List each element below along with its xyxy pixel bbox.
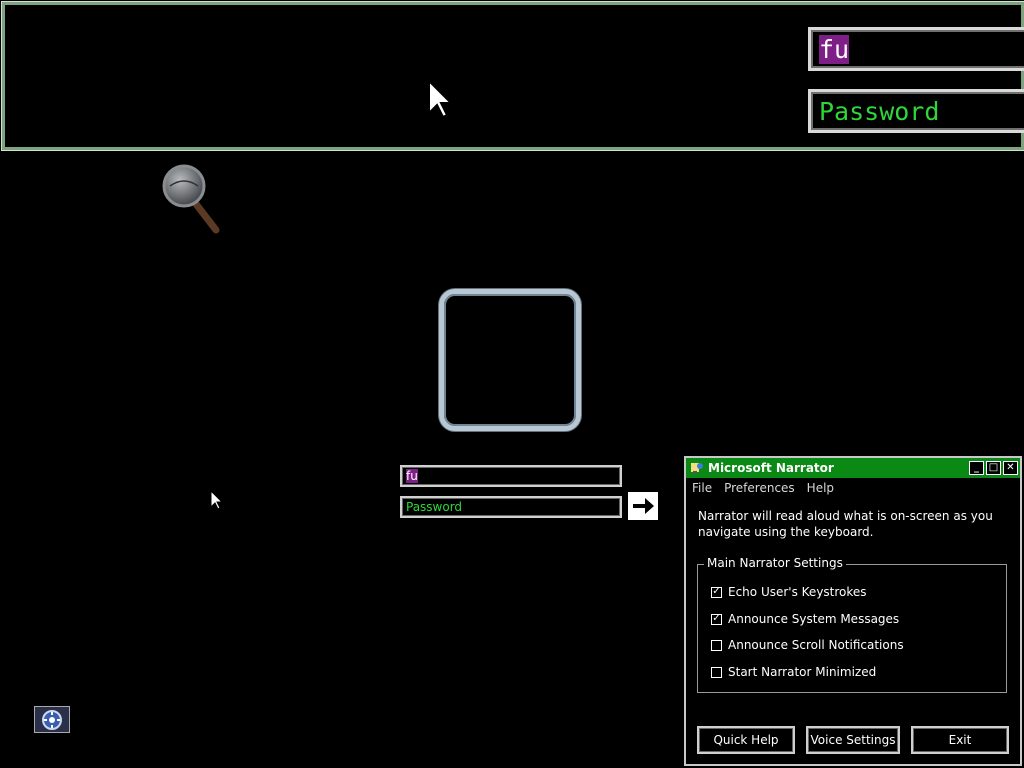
menu-preferences[interactable]: Preferences (724, 481, 795, 495)
start-minimized-checkbox[interactable]: Start Narrator Minimized (711, 665, 876, 679)
ease-of-access-icon (42, 709, 62, 730)
checkbox-box[interactable]: ✓ (711, 613, 722, 625)
voice-settings-button[interactable]: Voice Settings (806, 726, 900, 754)
checkbox-label: Echo User's Keystrokes (728, 585, 867, 599)
checkbox-label: Start Narrator Minimized (728, 665, 877, 679)
mouse-cursor-icon (429, 81, 453, 119)
main-settings-group: Main Narrator Settings ✓ Echo User's Key… (697, 556, 1007, 693)
user-picture-frame (439, 289, 581, 431)
magnifier-icon[interactable] (160, 164, 224, 236)
exit-button[interactable]: Exit (911, 726, 1009, 754)
main-settings-label: Main Narrator Settings (704, 556, 846, 570)
announce-scroll-notifications-checkbox[interactable]: Announce Scroll Notifications (711, 638, 904, 652)
narrator-description: Narrator will read aloud what is on-scre… (698, 509, 993, 539)
announce-system-messages-checkbox[interactable]: ✓ Announce System Messages (711, 612, 899, 626)
echo-keystrokes-checkbox[interactable]: ✓ Echo User's Keystrokes (711, 585, 867, 599)
password-field[interactable]: Password (400, 496, 622, 518)
maximize-button[interactable]: □ (986, 461, 1001, 475)
magnified-username-text: fu (819, 34, 850, 64)
username-field[interactable]: fu (400, 465, 622, 487)
menu-file[interactable]: File (692, 481, 712, 495)
password-placeholder: Password (406, 500, 463, 514)
minimize-button[interactable]: _ (969, 461, 984, 475)
checkbox-label: Announce Scroll Notifications (728, 638, 904, 652)
magnified-password-text: Password (819, 96, 940, 126)
checkbox-box[interactable] (711, 666, 722, 678)
narrator-window: Microsoft Narrator _ □ ✕ File Preference… (684, 456, 1022, 766)
close-button[interactable]: ✕ (1003, 461, 1018, 475)
narrator-title: Microsoft Narrator (708, 461, 834, 475)
checkbox-box[interactable] (711, 639, 722, 651)
arrow-right-icon (633, 498, 654, 514)
checkbox-label: Announce System Messages (728, 612, 900, 626)
mouse-cursor-icon (211, 491, 223, 510)
magnifier-view: fu Password (1, 1, 1024, 151)
quick-help-button[interactable]: Quick Help (697, 726, 795, 754)
ease-of-access-button[interactable] (34, 706, 70, 733)
magnified-password-field: Password (808, 89, 1024, 133)
magnified-username-field: fu (808, 27, 1024, 71)
narrator-menubar: File Preferences Help (686, 478, 1020, 498)
username-text: fu (406, 469, 418, 483)
menu-help[interactable]: Help (807, 481, 834, 495)
submit-login-button[interactable] (628, 492, 658, 520)
narrator-app-icon (691, 463, 703, 474)
checkbox-box[interactable]: ✓ (711, 586, 722, 598)
narrator-titlebar[interactable]: Microsoft Narrator _ □ ✕ (686, 458, 1020, 478)
